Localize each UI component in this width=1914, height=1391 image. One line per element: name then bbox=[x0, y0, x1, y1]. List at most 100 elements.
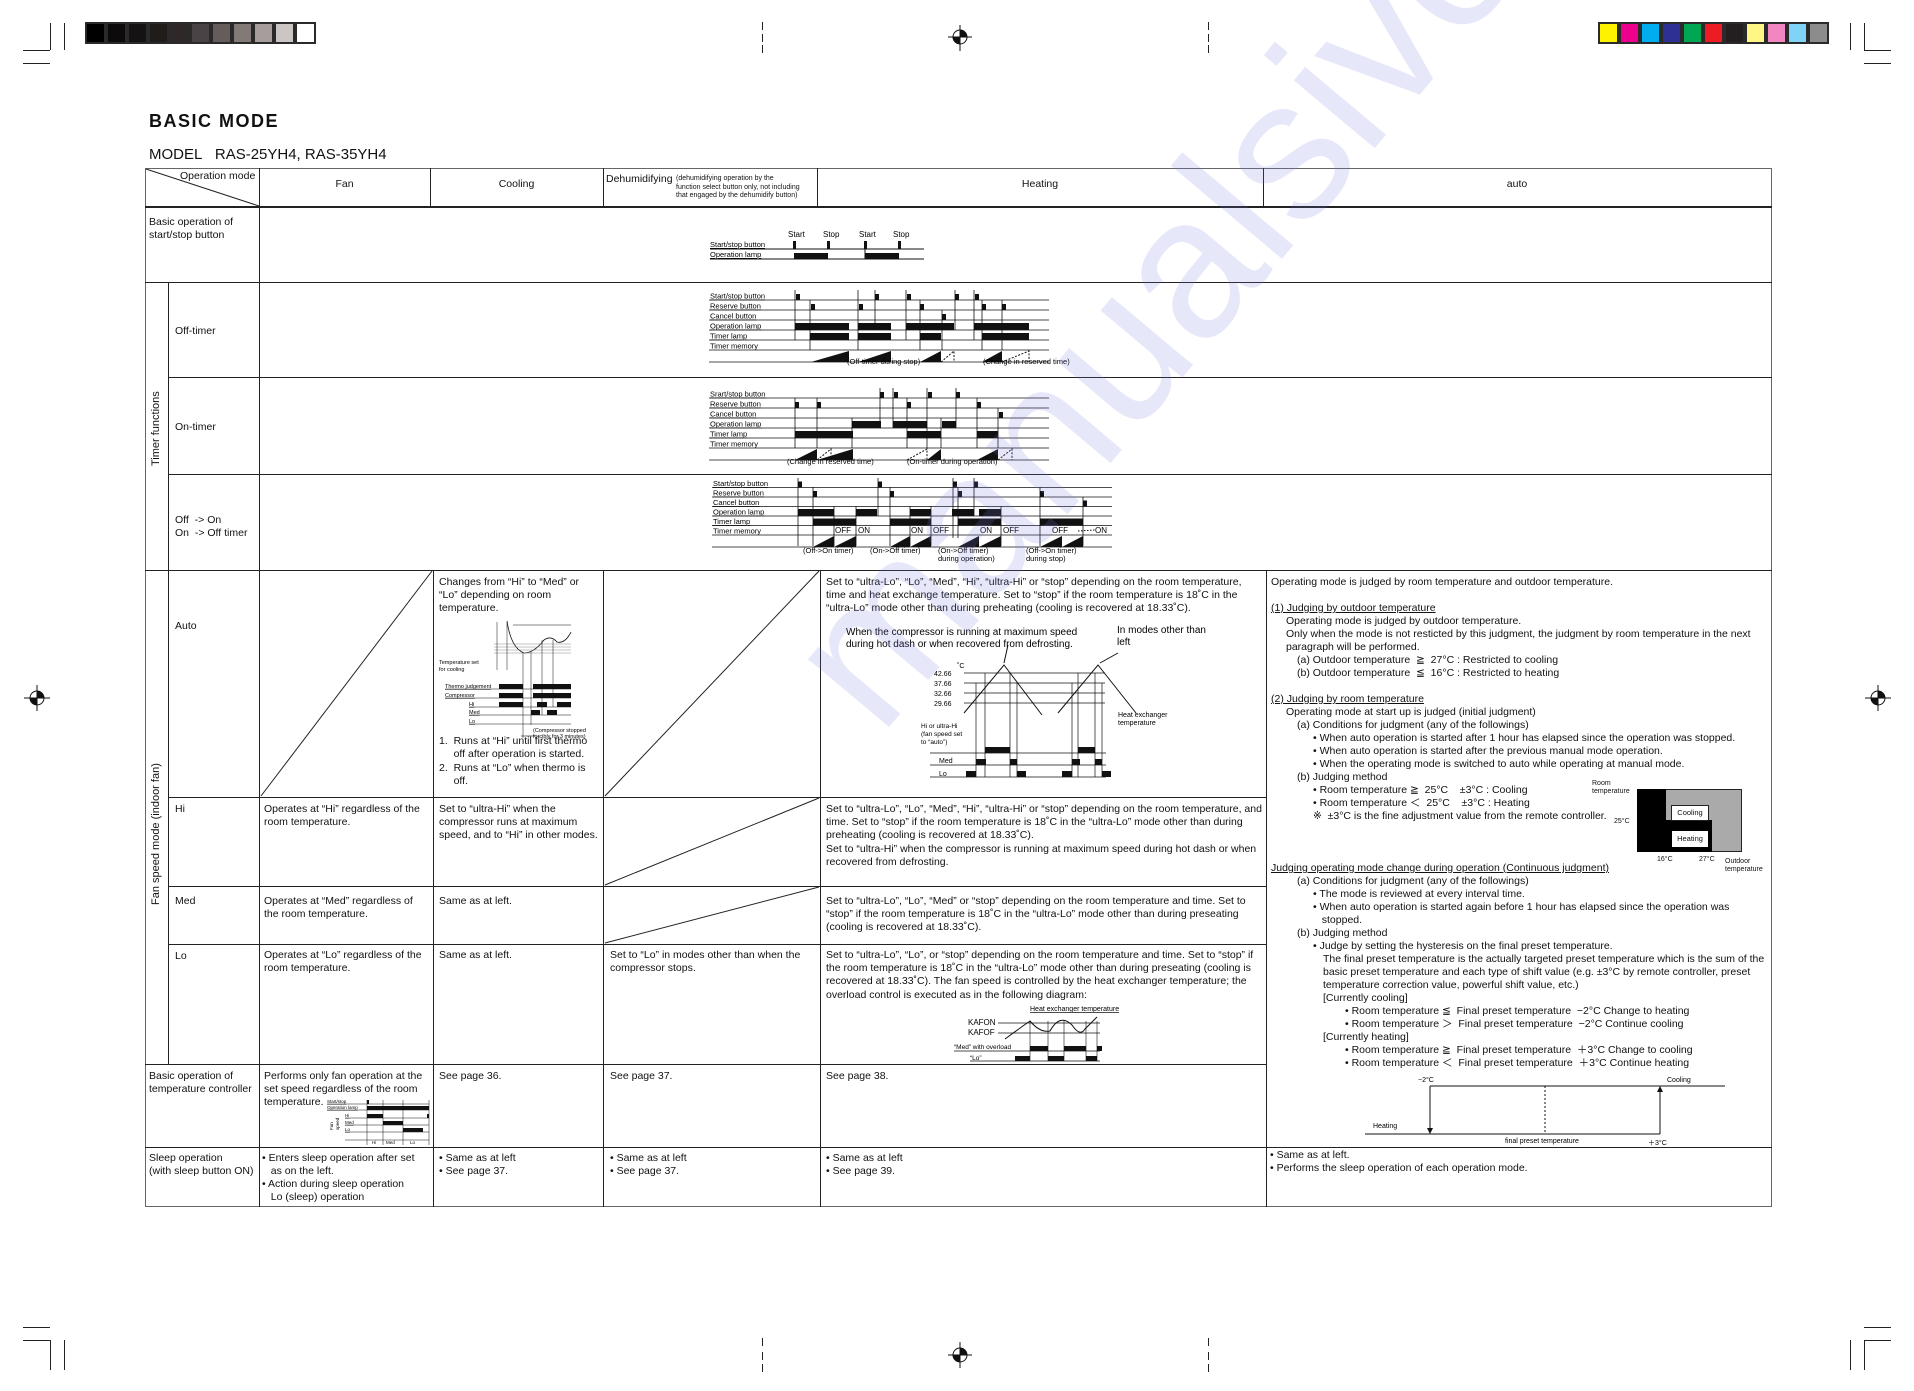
crop-mark bbox=[50, 1340, 51, 1370]
auto-section-3-a: (a) Conditions for judgment (any of the … bbox=[1297, 875, 1529, 887]
room-temp-curve bbox=[506, 620, 572, 654]
lamp-on-bar bbox=[958, 518, 1001, 526]
cooling-auto-note-1: 1. Runs at “Hi” until first thermo off a… bbox=[439, 735, 588, 761]
cooling-auto-text: Changes from “Hi” to “Med” or “Lo” depen… bbox=[439, 576, 580, 615]
not-applicable-diagonal bbox=[604, 886, 820, 944]
fan-speed-bar bbox=[1048, 1056, 1064, 1061]
diagram-caption: (Off-timer during stop) bbox=[847, 357, 921, 366]
memory-state-tag: ON bbox=[911, 526, 923, 535]
column-header-fan: Fan bbox=[335, 178, 354, 190]
diagram-title: Heat exchanger temperature bbox=[1030, 1006, 1119, 1013]
fan-speed-bar bbox=[531, 710, 540, 715]
auto-section-2-b: (b) Judging method bbox=[1297, 771, 1388, 783]
crop-mark bbox=[762, 1338, 763, 1346]
diagram-caption: (On->Off timer) bbox=[870, 546, 921, 555]
button-pulse bbox=[796, 294, 800, 300]
button-pulse bbox=[890, 491, 894, 497]
button-pulse bbox=[974, 481, 978, 488]
memory-state-tag: OFF bbox=[933, 526, 949, 535]
crop-mark bbox=[1864, 1327, 1891, 1328]
diagram-label: temperature bbox=[1118, 720, 1156, 727]
auto-section-2-body: Operating mode at start up is judged (in… bbox=[1286, 706, 1536, 718]
fan-speed-bar bbox=[537, 702, 547, 707]
signal-label: Cancel button bbox=[713, 498, 759, 507]
timer-memory-ramp bbox=[920, 351, 941, 362]
auto-sleep-item-1: • Same as at left. bbox=[1270, 1149, 1350, 1161]
button-pulse bbox=[878, 481, 882, 488]
auto-section-1-body: Operating mode is judged by outdoor temp… bbox=[1286, 615, 1751, 654]
diagram-label: Hi bbox=[372, 1140, 376, 1145]
auto-section-3-b: (b) Judging method bbox=[1297, 927, 1388, 939]
map-heating-label: Heating bbox=[1672, 831, 1708, 847]
lamp-on-bar bbox=[795, 431, 853, 438]
signal-label: Hi bbox=[345, 1113, 349, 1118]
crop-mark bbox=[1208, 22, 1209, 30]
diagram-label: Temperature set bbox=[439, 660, 479, 666]
fan-row-label: Hi or ultra-Hi bbox=[921, 723, 957, 730]
off-timer-diagram: Start/stop buttonReserve buttonCancel bu… bbox=[709, 290, 1070, 366]
fan-speed-bar bbox=[1064, 1046, 1086, 1051]
lamp-on-bar bbox=[920, 333, 941, 340]
signal-label: Timer lamp bbox=[710, 430, 747, 439]
heating-lo-text: Set to “ultra-Lo”, “Lo”, or “stop” depen… bbox=[826, 949, 1254, 1001]
model-line: MODEL RAS-25YH4, RAS-35YH4 bbox=[149, 146, 387, 163]
diagram-note: When the compressor is running at maximu… bbox=[846, 627, 1077, 638]
diagram-note: left bbox=[1117, 637, 1131, 648]
calibration-swatch bbox=[127, 22, 148, 44]
lamp-on-bar bbox=[858, 323, 891, 330]
signal-label: Srart/stop button bbox=[710, 390, 765, 399]
button-pulse bbox=[907, 402, 911, 408]
auto-section-1-b: (b) Outdoor temperature ≦ 16°C : Restric… bbox=[1297, 667, 1560, 679]
fan-sleep-item-1: • Enters sleep operation after set as on… bbox=[262, 1152, 415, 1178]
level-label: 37.66 bbox=[934, 681, 952, 688]
button-pulse bbox=[798, 481, 802, 488]
lamp-on bbox=[865, 253, 899, 259]
row-divider bbox=[145, 1064, 1266, 1065]
lamp-on-bar bbox=[798, 509, 834, 516]
memory-state-tag: OFF bbox=[835, 526, 851, 535]
button-pulse bbox=[999, 412, 1003, 418]
signal-label: Reserve button bbox=[713, 489, 764, 498]
row-label-off-on-timer: Off -> On On -> Off timer bbox=[175, 514, 248, 540]
registration-target-icon bbox=[948, 25, 972, 51]
edge bbox=[1077, 529, 1096, 532]
auto-sleep-item-2: • Performs the sleep operation of each o… bbox=[1270, 1162, 1528, 1174]
signal-label: Start/stop bbox=[327, 1099, 347, 1104]
crop-mark bbox=[23, 1340, 50, 1341]
lamp-on-bar bbox=[852, 421, 881, 428]
diagram-label: Lo bbox=[410, 1140, 416, 1145]
dehum-sleep-item-2: • See page 37. bbox=[610, 1165, 680, 1177]
heating-sleep-item-2: • See page 39. bbox=[826, 1165, 896, 1177]
cooling-sleep-item-1: • Same as at left bbox=[439, 1152, 516, 1164]
fan-row-label: “Med” with overload bbox=[954, 1044, 1011, 1051]
calibration-swatch bbox=[1661, 22, 1682, 44]
calibration-swatch bbox=[1745, 22, 1766, 44]
axis-unit: ˚C bbox=[957, 662, 964, 670]
button-pulse bbox=[894, 392, 898, 398]
calibration-swatch bbox=[295, 22, 316, 44]
calibration-swatch bbox=[232, 22, 253, 44]
crop-mark bbox=[1208, 1364, 1209, 1372]
currently-cooling-item: • Room temperature ≦ Final preset temper… bbox=[1345, 1005, 1690, 1017]
lamp-on-bar bbox=[893, 421, 927, 428]
axis-label: speed bbox=[335, 1117, 340, 1130]
lamp-on bbox=[794, 253, 828, 259]
calibration-swatch bbox=[169, 22, 190, 44]
grayscale-calibration-bar bbox=[85, 22, 316, 44]
fan-speed-bar bbox=[533, 684, 571, 689]
hysteresis-diagram: −2°C Cooling Heating final preset temper… bbox=[1365, 1076, 1725, 1147]
diagram-label: Start bbox=[788, 230, 806, 239]
row-label-sleep: Sleep operation (with sleep button ON) bbox=[149, 1152, 254, 1178]
button-pulse bbox=[1040, 491, 1044, 497]
crop-mark bbox=[50, 23, 51, 50]
heating-hi-text: Set to “ultra-Lo”, “Lo”, “Med”, “Hi”, “u… bbox=[826, 803, 1262, 868]
memory-state-tag: ON bbox=[858, 526, 870, 535]
auto-section-2-b-item: • Room temperature ≧ 25°C ±3°C : Cooling bbox=[1313, 784, 1528, 796]
button-pulse bbox=[907, 294, 911, 300]
heating-med-text: Set to “ultra-Lo”, “Lo”, “Med” or “stop”… bbox=[826, 895, 1246, 934]
map-x-tick: 27°C bbox=[1699, 856, 1715, 863]
hx-curve bbox=[1057, 664, 1137, 714]
fan-speed-bar bbox=[1097, 1046, 1102, 1051]
lamp-on-bar bbox=[942, 421, 956, 428]
column-header-heating: Heating bbox=[1021, 178, 1059, 190]
